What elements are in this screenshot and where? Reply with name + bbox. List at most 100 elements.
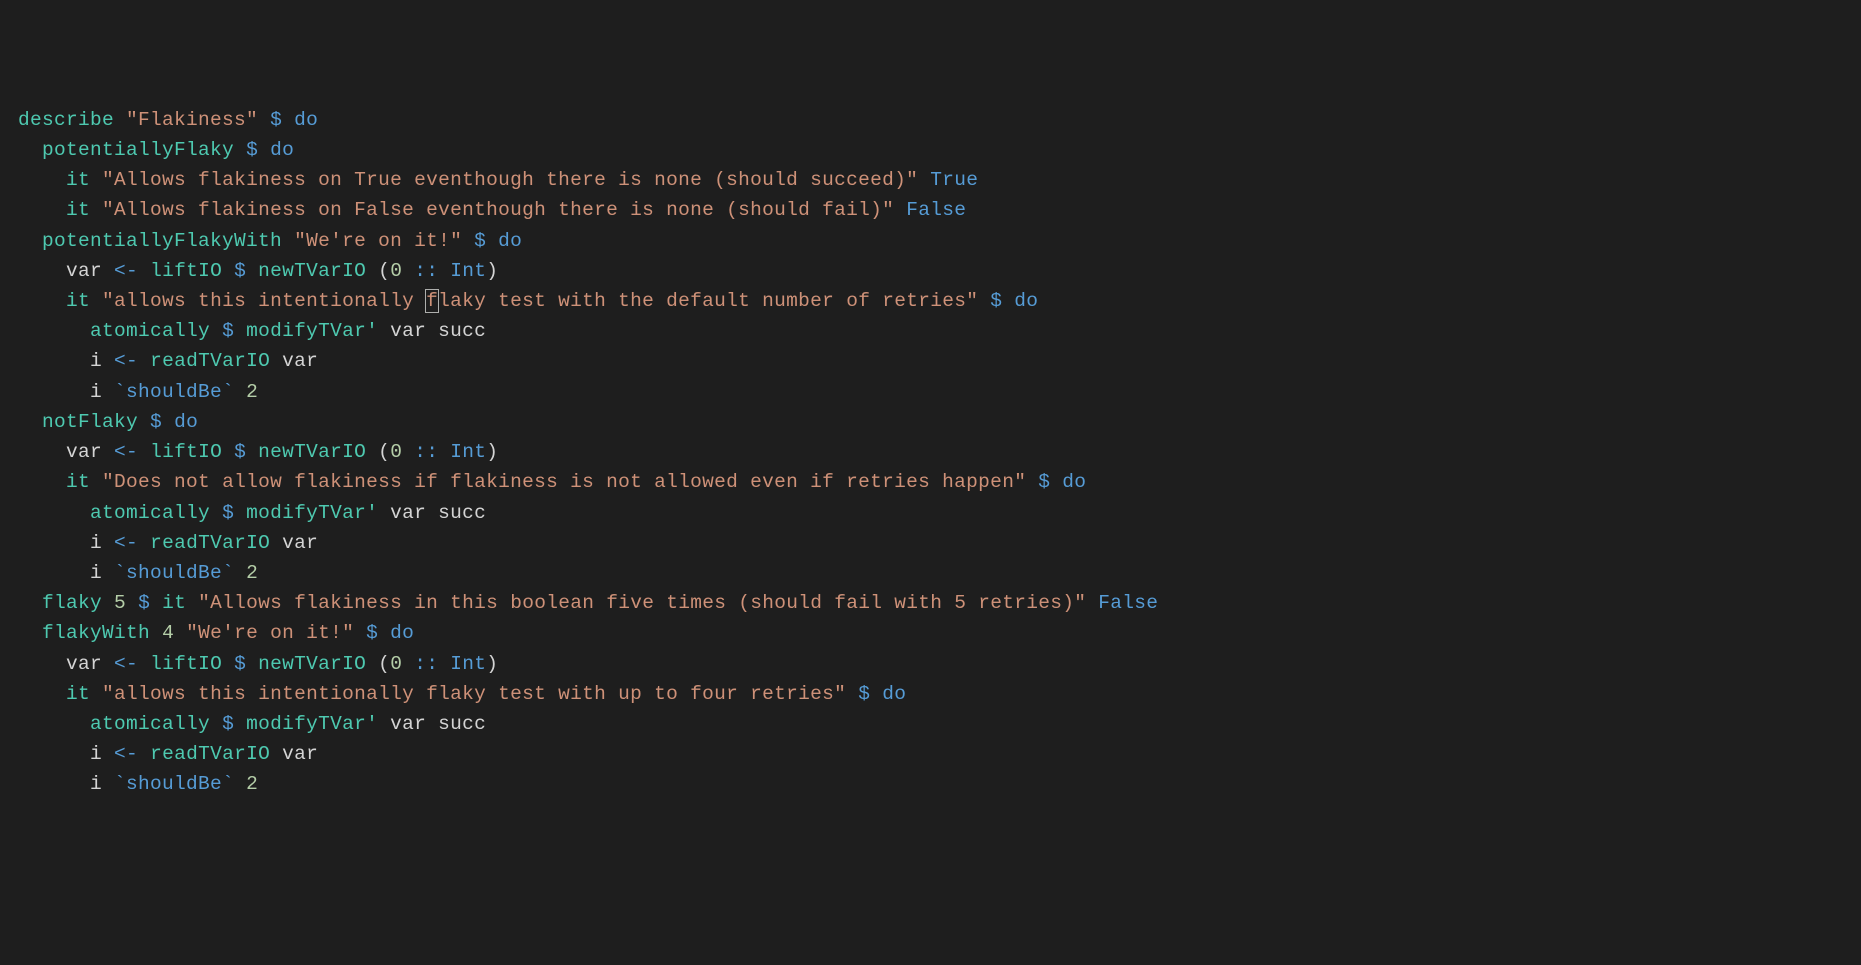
code-token <box>102 441 114 463</box>
code-token: newTVarIO <box>258 260 366 282</box>
code-token: var succ <box>378 320 486 342</box>
code-token <box>90 683 102 705</box>
code-token: liftIO <box>150 653 222 675</box>
code-token: newTVarIO <box>258 441 366 463</box>
code-token: $ <box>234 260 246 282</box>
code-token: potentiallyFlaky <box>42 139 234 161</box>
code-token <box>18 592 42 614</box>
code-token: it <box>66 471 90 493</box>
code-token: "Does not allow flakiness if flakiness i… <box>102 471 1026 493</box>
code-token <box>162 411 174 433</box>
code-token <box>1002 290 1014 312</box>
code-token <box>102 562 114 584</box>
code-token: 2 <box>246 381 258 403</box>
code-token <box>18 773 90 795</box>
code-token: modifyTVar' <box>246 713 378 735</box>
code-token <box>102 532 114 554</box>
code-token <box>234 381 246 403</box>
code-token: var <box>270 532 318 554</box>
code-token: modifyTVar' <box>246 502 378 524</box>
code-token: do <box>1062 471 1086 493</box>
code-token: var succ <box>378 713 486 735</box>
code-token: ) <box>486 653 498 675</box>
code-token <box>18 169 66 191</box>
code-token <box>18 653 66 675</box>
code-token <box>186 592 198 614</box>
code-token <box>918 169 930 191</box>
code-token: readTVarIO <box>150 350 270 372</box>
code-token: do <box>882 683 906 705</box>
code-token: $ <box>990 290 1002 312</box>
code-token: do <box>174 411 198 433</box>
code-token <box>18 562 90 584</box>
code-token: <- <box>114 260 138 282</box>
code-token <box>978 290 990 312</box>
code-token <box>462 230 474 252</box>
code-token: it <box>66 199 90 221</box>
code-token <box>18 199 66 221</box>
code-token: $ <box>474 230 486 252</box>
code-token: readTVarIO <box>150 743 270 765</box>
code-token <box>234 320 246 342</box>
code-token: $ <box>270 109 282 131</box>
code-token <box>138 441 150 463</box>
code-token <box>114 109 126 131</box>
code-token: 2 <box>246 773 258 795</box>
code-token <box>138 411 150 433</box>
code-token: ) <box>486 441 498 463</box>
code-token <box>258 109 270 131</box>
code-token: $ <box>234 441 246 463</box>
code-token <box>222 441 234 463</box>
code-token: var <box>66 441 102 463</box>
code-token <box>18 683 66 705</box>
code-editor-content[interactable]: describe "Flakiness" $ do potentiallyFla… <box>18 105 1843 800</box>
code-token: Int <box>450 260 486 282</box>
code-token <box>126 592 138 614</box>
code-token: atomically <box>90 320 210 342</box>
code-token: "Allows flakiness in this boolean five t… <box>198 592 1086 614</box>
code-token: it <box>66 169 90 191</box>
code-token <box>18 622 42 644</box>
code-token: Int <box>450 653 486 675</box>
code-token <box>246 653 258 675</box>
code-token <box>18 381 90 403</box>
code-token: atomically <box>90 713 210 735</box>
code-token: <- <box>114 653 138 675</box>
code-token <box>402 653 414 675</box>
code-token <box>18 713 90 735</box>
code-token: ( <box>366 441 390 463</box>
code-token <box>870 683 882 705</box>
code-token: "Allows flakiness on False eventhough th… <box>102 199 894 221</box>
code-token <box>18 532 90 554</box>
code-token: False <box>906 199 966 221</box>
code-token <box>234 773 246 795</box>
code-token: i <box>90 532 102 554</box>
code-token <box>210 713 222 735</box>
code-token: $ <box>138 592 150 614</box>
code-token <box>234 562 246 584</box>
code-token: ) <box>486 260 498 282</box>
code-token: ( <box>366 260 390 282</box>
code-token: <- <box>114 350 138 372</box>
code-token: "We're on it!" <box>294 230 462 252</box>
code-token <box>438 653 450 675</box>
code-token <box>246 441 258 463</box>
code-token: ( <box>366 653 390 675</box>
code-token: 5 <box>114 592 126 614</box>
code-token: var <box>66 653 102 675</box>
code-token: do <box>1014 290 1038 312</box>
code-token: i <box>90 743 102 765</box>
code-token: $ <box>1038 471 1050 493</box>
code-token: 0 <box>390 441 402 463</box>
code-token <box>102 653 114 675</box>
code-token: "Allows flakiness on True eventhough the… <box>102 169 918 191</box>
code-token: "Flakiness" <box>126 109 258 131</box>
code-token <box>210 320 222 342</box>
code-token: $ <box>246 139 258 161</box>
code-token: do <box>498 230 522 252</box>
code-token <box>90 290 102 312</box>
code-token <box>90 169 102 191</box>
code-token <box>18 350 90 372</box>
code-token: var <box>66 260 102 282</box>
code-token <box>102 743 114 765</box>
